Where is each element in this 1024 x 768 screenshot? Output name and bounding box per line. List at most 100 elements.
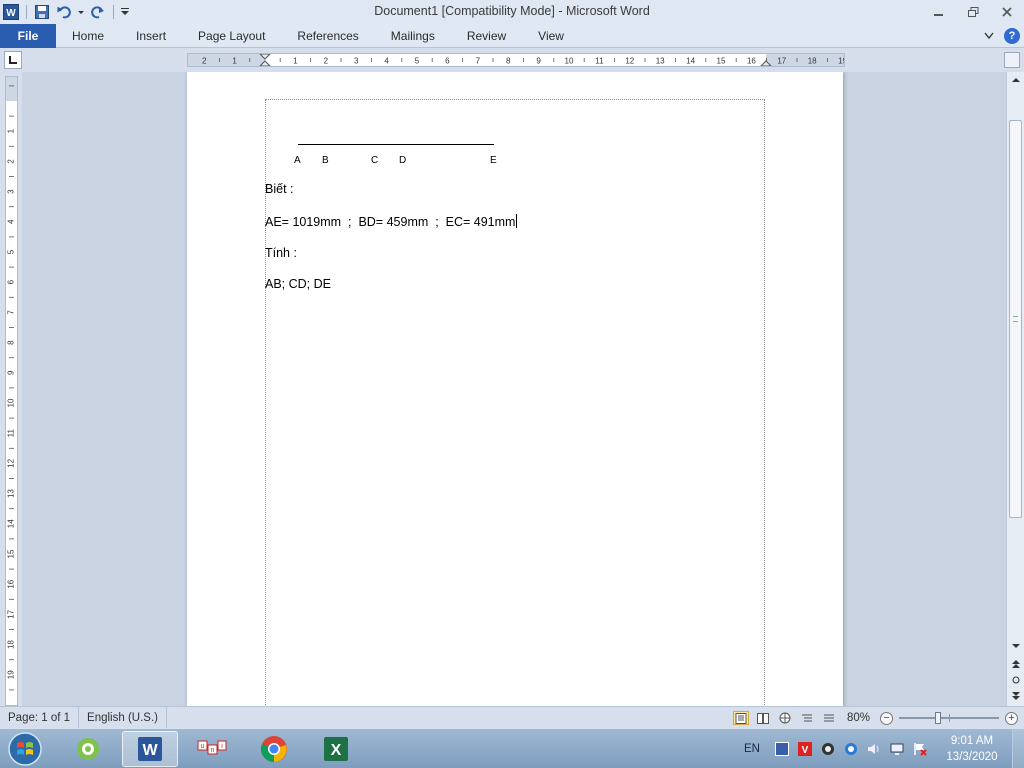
- horizontal-ruler[interactable]: 2112345678910111213141516171819: [187, 53, 845, 67]
- ruler-number: 15: [717, 57, 726, 66]
- zoom-slider-knob[interactable]: [934, 712, 941, 724]
- tab-mailings[interactable]: Mailings: [375, 24, 451, 48]
- taskbar-coccoc-icon[interactable]: [60, 731, 116, 767]
- ruler-number: 12: [625, 57, 634, 66]
- ruler-number: 14: [686, 57, 695, 66]
- vertical-ruler[interactable]: 112345678910111213141516171819: [5, 76, 18, 706]
- tab-insert[interactable]: Insert: [120, 24, 182, 48]
- ruler-number: 17: [7, 609, 16, 618]
- clock-date: 13/3/2020: [946, 751, 998, 763]
- volume-icon[interactable]: [866, 741, 882, 757]
- ruler-number: 6: [7, 279, 16, 284]
- tab-review[interactable]: Review: [451, 24, 522, 48]
- tab-file[interactable]: File: [0, 24, 56, 48]
- ruler-number: 15: [7, 549, 16, 558]
- taskbar-chrome-icon[interactable]: [246, 731, 302, 767]
- zoom-in-button[interactable]: +: [1005, 711, 1018, 725]
- ruler-number: 5: [7, 249, 16, 254]
- outline-view-icon[interactable]: [799, 711, 815, 725]
- ruler-number: 10: [565, 57, 574, 66]
- document-area[interactable]: A B C D E Biết : AE= 1019mm ; BD= 459mm …: [22, 72, 1006, 706]
- ruler-number: 8: [7, 340, 16, 345]
- paragraph-targets[interactable]: AB; CD; DE: [265, 277, 331, 291]
- ruler-number: 8: [506, 57, 511, 66]
- help-icon[interactable]: ?: [1004, 28, 1020, 44]
- expand-ribbon-icon[interactable]: [984, 29, 994, 43]
- ruler-number: 1: [7, 128, 16, 133]
- ime-icon[interactable]: [774, 741, 790, 757]
- svg-text:W: W: [142, 742, 158, 759]
- vertical-scrollbar[interactable]: [1006, 72, 1024, 706]
- taskbar-unikey-icon[interactable]: uni: [184, 731, 240, 767]
- point-label-c: C: [371, 155, 379, 166]
- ruler-number: 5: [415, 57, 420, 66]
- tab-selector-icon[interactable]: [4, 51, 22, 69]
- print-layout-view-icon[interactable]: [732, 711, 749, 725]
- svg-text:V: V: [802, 745, 809, 756]
- clock[interactable]: 9:01 AM 13/3/2020: [942, 733, 1002, 765]
- tab-view[interactable]: View: [522, 24, 580, 48]
- paragraph-measurements[interactable]: AE= 1019mm ; BD= 459mm ; EC= 491mm: [265, 214, 518, 229]
- restore-button[interactable]: [956, 0, 990, 24]
- measurements-text: AE= 1019mm ; BD= 459mm ; EC= 491mm: [265, 215, 516, 229]
- previous-page-button[interactable]: [1007, 656, 1024, 672]
- indent-marker[interactable]: [259, 54, 271, 66]
- scroll-thumb[interactable]: [1009, 120, 1022, 518]
- ruler-number: 7: [476, 57, 481, 66]
- document-page[interactable]: A B C D E Biết : AE= 1019mm ; BD= 459mm …: [187, 72, 843, 706]
- tab-home[interactable]: Home: [56, 24, 120, 48]
- zoom-out-button[interactable]: −: [880, 711, 893, 725]
- svg-text:n: n: [211, 747, 215, 754]
- window-controls: [922, 0, 1024, 24]
- vertical-ruler-column: 112345678910111213141516171819: [0, 72, 22, 706]
- ruler-number: 9: [536, 57, 541, 66]
- select-browse-object-button[interactable]: [1007, 672, 1024, 688]
- paragraph-given[interactable]: Biết :: [265, 182, 294, 196]
- show-desktop-button[interactable]: [1012, 729, 1024, 768]
- display-icon[interactable]: [889, 741, 905, 757]
- paragraph-compute[interactable]: Tính :: [265, 246, 297, 260]
- text-boundary: [265, 99, 765, 706]
- network-tray-icon[interactable]: [843, 741, 859, 757]
- window-title: Document1 [Compatibility Mode] - Microso…: [374, 4, 650, 18]
- security-tray-icon[interactable]: [820, 741, 836, 757]
- taskbar: W uni X EN V 9:01 AM 13/3/2020: [0, 728, 1024, 768]
- zoom-level[interactable]: 80%: [847, 712, 870, 724]
- full-screen-reading-view-icon[interactable]: [755, 711, 771, 725]
- vertical-ruler-marks: 112345678910111213141516171819: [7, 85, 16, 691]
- ruler-number: 7: [7, 310, 16, 315]
- page-count[interactable]: Page: 1 of 1: [0, 706, 80, 729]
- ruler-number: 11: [595, 57, 604, 66]
- ruler-number: 4: [384, 57, 389, 66]
- ruler-number: 19: [838, 57, 844, 66]
- input-language[interactable]: EN: [744, 743, 760, 755]
- view-ruler-icon[interactable]: [1004, 52, 1020, 68]
- taskbar-excel-icon[interactable]: X: [308, 731, 364, 767]
- tray-icons: V: [774, 741, 928, 757]
- svg-text:u: u: [201, 743, 205, 750]
- next-page-button[interactable]: [1007, 688, 1024, 704]
- scroll-up-button[interactable]: [1007, 72, 1024, 88]
- ruler-number: 6: [445, 57, 450, 66]
- point-label-e: E: [490, 155, 497, 166]
- language-indicator[interactable]: English (U.S.): [79, 706, 167, 729]
- ruler-number: 18: [808, 57, 817, 66]
- unikey-tray-icon[interactable]: V: [797, 741, 813, 757]
- tab-references[interactable]: References: [281, 24, 374, 48]
- taskbar-word-icon[interactable]: W: [122, 731, 178, 767]
- ruler-number: 13: [656, 57, 665, 66]
- action-center-icon[interactable]: [912, 741, 928, 757]
- start-button[interactable]: [4, 730, 46, 768]
- minimize-button[interactable]: [922, 0, 956, 24]
- scroll-down-button[interactable]: [1007, 638, 1024, 654]
- draft-view-icon[interactable]: [821, 711, 837, 725]
- web-layout-view-icon[interactable]: [777, 711, 793, 725]
- zoom-slider[interactable]: [899, 711, 999, 725]
- ruler-number: 17: [777, 57, 786, 66]
- ruler-number: 4: [7, 219, 16, 224]
- ruler-number: 19: [7, 670, 16, 679]
- tab-page-layout[interactable]: Page Layout: [182, 24, 281, 48]
- right-indent-marker[interactable]: [760, 60, 772, 66]
- ruler-row: 2112345678910111213141516171819: [0, 48, 1024, 72]
- close-button[interactable]: [990, 0, 1024, 24]
